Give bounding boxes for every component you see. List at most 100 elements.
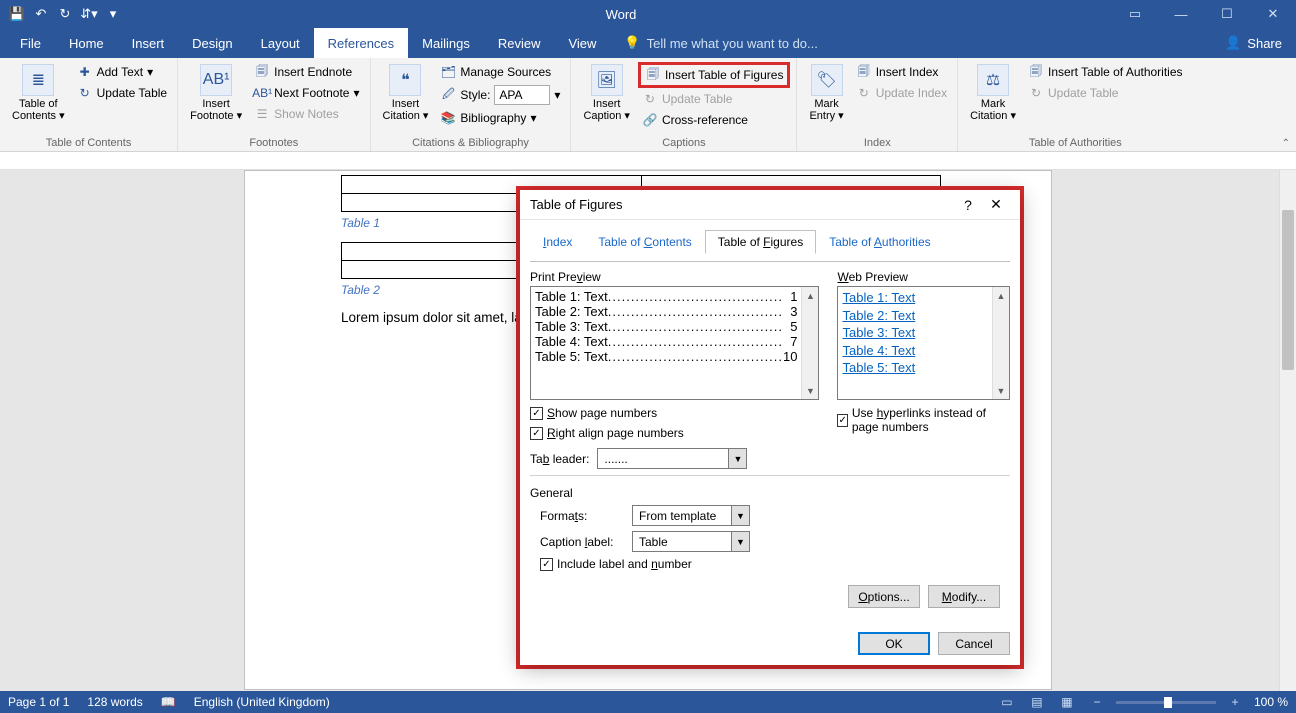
modify-button[interactable]: Modify... bbox=[928, 585, 1000, 608]
web-preview-scrollbar[interactable]: ▲▼ bbox=[992, 287, 1009, 399]
view-read-button[interactable]: ▭ bbox=[996, 693, 1018, 711]
insert-toa-button[interactable]: 🗐Insert Table of Authorities bbox=[1024, 62, 1187, 82]
citation-style-row: 🖉Style: ▾ bbox=[436, 83, 564, 107]
tab-leader-combo[interactable]: ....... ▼ bbox=[597, 448, 747, 469]
touchmode-button[interactable]: ⇵▾ bbox=[78, 3, 100, 25]
tof-label: Insert Table of Figures bbox=[665, 68, 784, 82]
cross-reference-button[interactable]: 🔗Cross-reference bbox=[638, 110, 791, 130]
manage-sources-button[interactable]: 🗂Manage Sources bbox=[436, 62, 564, 82]
zoom-slider-thumb[interactable] bbox=[1164, 697, 1172, 708]
dialog-close-button[interactable]: ✕ bbox=[982, 196, 1010, 213]
view-print-button[interactable]: ▤ bbox=[1026, 693, 1048, 711]
next-footnote-button[interactable]: AB¹Next Footnote ▾ bbox=[250, 83, 363, 103]
status-page[interactable]: Page 1 of 1 bbox=[8, 695, 69, 709]
status-proofing-icon[interactable]: 📖 bbox=[161, 695, 176, 709]
print-preview-scrollbar[interactable]: ▲▼ bbox=[801, 287, 818, 399]
close-button[interactable]: ✕ bbox=[1250, 0, 1296, 28]
ruler bbox=[0, 152, 1296, 170]
table-of-contents-button[interactable]: ≣ Table ofContents ▾ bbox=[6, 62, 71, 124]
tab-layout[interactable]: Layout bbox=[247, 28, 314, 58]
insert-footnote-button[interactable]: AB¹ InsertFootnote ▾ bbox=[184, 62, 248, 124]
bibliography-button[interactable]: 📚Bibliography ▾ bbox=[436, 108, 564, 128]
insert-endnote-button[interactable]: 🗐Insert Endnote bbox=[250, 62, 363, 82]
mark-entry-button[interactable]: 🏷 MarkEntry ▾ bbox=[803, 62, 849, 124]
web-preview-label: Web Preview bbox=[837, 270, 1010, 284]
update-tof-label: Update Table bbox=[662, 92, 733, 106]
tab-home[interactable]: Home bbox=[55, 28, 118, 58]
citation-style-select[interactable] bbox=[494, 85, 550, 105]
bibliography-label: Bibliography bbox=[460, 111, 526, 125]
group-index: 🏷 MarkEntry ▾ 🗐Insert Index ↻Update Inde… bbox=[797, 58, 958, 151]
undo-button[interactable]: ↶ bbox=[30, 3, 52, 25]
chevron-down-icon[interactable]: ▼ bbox=[731, 532, 749, 551]
group-citations: ❝ InsertCitation ▾ 🗂Manage Sources 🖉Styl… bbox=[371, 58, 572, 151]
tab-design[interactable]: Design bbox=[178, 28, 246, 58]
ok-button[interactable]: OK bbox=[858, 632, 930, 655]
insert-caption-button[interactable]: 🖼 InsertCaption ▾ bbox=[577, 62, 636, 124]
minimize-button[interactable]: — bbox=[1158, 0, 1204, 28]
mark-entry-icon: 🏷 bbox=[811, 64, 843, 96]
add-text-button[interactable]: ✚Add Text ▾ bbox=[73, 62, 172, 82]
title-bar: 💾 ↶ ↻ ⇵▾ ▾ Word ▭ — ☐ ✕ bbox=[0, 0, 1296, 28]
web-preview-link[interactable]: Table 1: Text bbox=[842, 289, 988, 307]
toc-label: Table ofContents ▾ bbox=[12, 98, 65, 122]
dialog-help-button[interactable]: ? bbox=[954, 197, 982, 213]
zoom-out-button[interactable]: − bbox=[1086, 693, 1108, 711]
tab-review[interactable]: Review bbox=[484, 28, 555, 58]
group-footnotes: AB¹ InsertFootnote ▾ 🗐Insert Endnote AB¹… bbox=[178, 58, 370, 151]
insert-citation-button[interactable]: ❝ InsertCitation ▾ bbox=[377, 62, 435, 124]
scrollbar-thumb[interactable] bbox=[1282, 210, 1294, 370]
general-section-label: General bbox=[530, 486, 1010, 500]
dialog-tab-toc[interactable]: Table of Contents bbox=[585, 230, 704, 254]
redo-button[interactable]: ↻ bbox=[54, 3, 76, 25]
web-preview-link[interactable]: Table 4: Text bbox=[842, 342, 988, 360]
insert-index-button[interactable]: 🗐Insert Index bbox=[852, 62, 951, 82]
chevron-down-icon[interactable]: ▼ bbox=[731, 506, 749, 525]
right-align-checkbox[interactable]: ✓Right align page numbers bbox=[530, 426, 819, 440]
dialog-tab-toa[interactable]: Table of Authorities bbox=[816, 230, 943, 254]
status-language[interactable]: English (United Kingdom) bbox=[194, 695, 330, 709]
group-label-index: Index bbox=[797, 137, 957, 151]
collapse-ribbon-button[interactable]: ⌃ bbox=[1282, 138, 1290, 149]
web-preview-link[interactable]: Table 3: Text bbox=[842, 324, 988, 342]
tab-insert[interactable]: Insert bbox=[118, 28, 179, 58]
show-page-numbers-checkbox[interactable]: ✓Show page numbers bbox=[530, 406, 819, 420]
save-button[interactable]: 💾 bbox=[6, 3, 28, 25]
update-toc-icon: ↻ bbox=[77, 85, 93, 101]
view-web-button[interactable]: ▦ bbox=[1056, 693, 1078, 711]
share-button[interactable]: 👤Share bbox=[1211, 28, 1296, 58]
use-hyperlinks-checkbox[interactable]: ✓Use hyperlinks instead of page numbers bbox=[837, 406, 1010, 434]
dialog-tab-tof[interactable]: Table of Figures bbox=[705, 230, 816, 254]
group-label-captions: Captions bbox=[571, 137, 796, 151]
options-button[interactable]: Options... bbox=[848, 585, 920, 608]
show-notes-button: ☰Show Notes bbox=[250, 104, 363, 124]
web-preview-link[interactable]: Table 5: Text bbox=[842, 359, 988, 377]
zoom-level[interactable]: 100 % bbox=[1254, 695, 1288, 709]
web-preview-link[interactable]: Table 2: Text bbox=[842, 307, 988, 325]
qat-customize-button[interactable]: ▾ bbox=[102, 3, 124, 25]
vertical-scrollbar[interactable] bbox=[1279, 170, 1296, 691]
tab-view[interactable]: View bbox=[554, 28, 610, 58]
print-preview-content: Table 1: Text...........................… bbox=[531, 287, 801, 399]
web-preview-box: Table 1: TextTable 2: TextTable 3: TextT… bbox=[837, 286, 1010, 400]
include-label-checkbox[interactable]: ✓Include label and number bbox=[540, 557, 692, 571]
insert-table-of-figures-button[interactable]: 🗐Insert Table of Figures bbox=[638, 62, 791, 88]
tab-file[interactable]: File bbox=[6, 28, 55, 58]
tell-me-search[interactable]: 💡Tell me what you want to do... bbox=[610, 28, 817, 58]
chevron-down-icon[interactable]: ▼ bbox=[728, 449, 746, 468]
zoom-slider[interactable] bbox=[1116, 701, 1216, 704]
update-toc-button[interactable]: ↻Update Table bbox=[73, 83, 172, 103]
mark-citation-button[interactable]: ⚖ MarkCitation ▾ bbox=[964, 62, 1022, 124]
caption-label-combo[interactable]: Table ▼ bbox=[632, 531, 750, 552]
tab-mailings[interactable]: Mailings bbox=[408, 28, 484, 58]
style-icon: 🖉 bbox=[440, 87, 456, 103]
ribbon-display-button[interactable]: ▭ bbox=[1112, 0, 1158, 28]
zoom-in-button[interactable]: + bbox=[1224, 693, 1246, 711]
status-words[interactable]: 128 words bbox=[87, 695, 142, 709]
cancel-button[interactable]: Cancel bbox=[938, 632, 1010, 655]
footnote-label: InsertFootnote ▾ bbox=[190, 98, 242, 122]
tab-references[interactable]: References bbox=[314, 28, 408, 58]
dialog-tab-index[interactable]: Index bbox=[530, 230, 585, 254]
maximize-button[interactable]: ☐ bbox=[1204, 0, 1250, 28]
formats-combo[interactable]: From template ▼ bbox=[632, 505, 750, 526]
